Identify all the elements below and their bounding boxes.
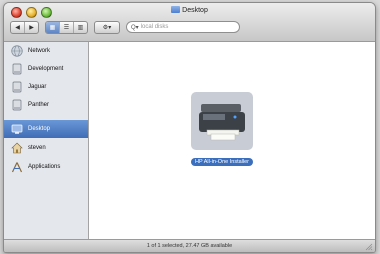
search-field[interactable]: Q▾ local disks — [126, 21, 240, 33]
file-browser-area[interactable]: HP All-in-One Installer — [89, 42, 375, 240]
sidebar-item-label: Panther — [28, 102, 50, 108]
applications-icon — [11, 162, 23, 173]
navigation-segment: ◀ ▶ — [10, 20, 39, 34]
status-bar: 1 of 1 selected, 27.47 GB available — [4, 239, 375, 252]
sidebar-item-label: Development — [28, 66, 64, 72]
sidebar-item-applications[interactable]: Applications — [4, 158, 88, 176]
file-name: HP All-in-One Installer — [190, 158, 253, 166]
action-menu-button[interactable]: ⚙ ▾ — [94, 20, 120, 34]
hard-disk-icon — [12, 99, 22, 111]
window-title-text: Desktop — [182, 7, 208, 14]
folder-icon — [171, 6, 181, 13]
sidebar-item-label: Applications — [28, 164, 61, 170]
home-icon — [11, 142, 23, 154]
search-placeholder: local disks — [140, 24, 169, 30]
sidebar-item-panther[interactable]: Panther — [4, 96, 88, 114]
sidebar-item-label: Network — [28, 48, 51, 54]
hard-disk-icon — [12, 81, 22, 93]
sidebar-item-jaguar[interactable]: Jaguar — [4, 78, 88, 96]
window-title: Desktop — [4, 6, 375, 14]
forward-arrow-icon[interactable]: ▶ — [25, 22, 38, 33]
back-arrow-icon[interactable]: ◀ — [11, 21, 25, 33]
hard-disk-icon — [12, 63, 22, 75]
icon-view-button[interactable]: ▦ — [46, 21, 60, 33]
view-mode-segment: ▦ ☰ ▥ — [45, 20, 88, 34]
resize-grip-icon[interactable] — [365, 243, 373, 251]
chevron-down-icon: ▾ — [108, 24, 112, 31]
status-text: 1 of 1 selected, 27.47 GB available — [146, 243, 233, 249]
title-bar[interactable]: Desktop ◀ ▶ ▦ ☰ ▥ ⚙ ▾ Q▾ local disks — [4, 3, 375, 42]
sidebar-item-desktop[interactable]: Desktop — [4, 120, 88, 138]
file-item[interactable]: HP All-in-One Installer — [187, 92, 257, 168]
list-view-button[interactable]: ☰ — [60, 21, 74, 33]
finder-window: Desktop ◀ ▶ ▦ ☰ ▥ ⚙ ▾ Q▾ local disks Net… — [3, 2, 376, 253]
sidebar-item-label: Desktop — [28, 126, 51, 132]
sidebar-item-label: Jaguar — [28, 84, 47, 90]
sidebar: Network Development Jaguar Panther Deskt… — [4, 42, 89, 240]
search-icon: Q▾ — [131, 24, 139, 31]
sidebar-item-steven[interactable]: steven — [4, 139, 88, 157]
column-view-button[interactable]: ▥ — [74, 22, 87, 33]
sidebar-item-development[interactable]: Development — [4, 60, 88, 78]
globe-icon — [11, 45, 23, 57]
sidebar-item-label: steven — [28, 145, 46, 151]
sidebar-item-network[interactable]: Network — [4, 42, 88, 60]
toolbar: ◀ ▶ ▦ ☰ ▥ ⚙ ▾ Q▾ local disks — [10, 20, 240, 34]
file-selection-highlight — [191, 92, 253, 150]
printer-icon — [199, 104, 245, 141]
desktop-icon — [11, 124, 23, 134]
